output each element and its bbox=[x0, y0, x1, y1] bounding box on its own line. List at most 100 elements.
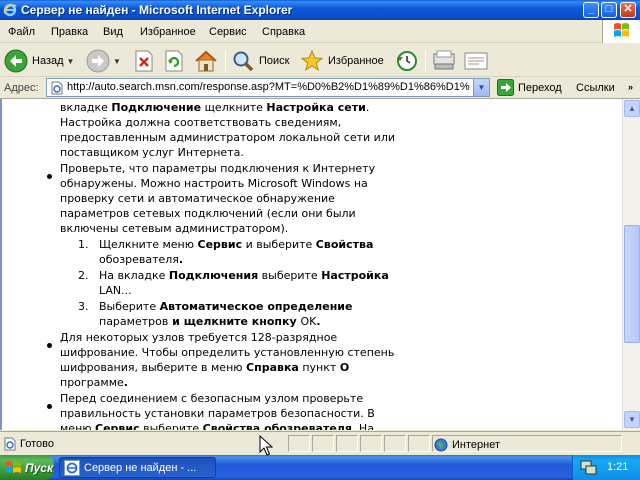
forward-dropdown-icon[interactable]: ▼ bbox=[113, 57, 121, 66]
refresh-button[interactable] bbox=[163, 48, 185, 74]
step-number: 3. bbox=[78, 300, 89, 313]
text-segment: параметров bbox=[99, 315, 169, 328]
favorites-label: Избранное bbox=[328, 55, 384, 67]
bullet bbox=[47, 404, 52, 409]
text-segment: проверку сети и автоматическое обнаружен… bbox=[60, 192, 335, 205]
go-label: Переход bbox=[518, 81, 562, 94]
bold-term: Свойства обозревателя bbox=[202, 422, 352, 430]
go-arrow-icon bbox=[497, 79, 514, 96]
links-expand-icon[interactable]: » bbox=[628, 82, 633, 92]
start-button[interactable]: Пуск bbox=[0, 455, 54, 480]
text-segment: обнаружены. Можно настроить Microsoft Wi… bbox=[60, 177, 368, 190]
text-segment: обозревателя bbox=[99, 253, 179, 266]
security-zone[interactable]: Интернет bbox=[434, 438, 500, 452]
menu-file[interactable]: Файл bbox=[8, 26, 35, 38]
bold-term: Свойства bbox=[315, 238, 374, 251]
windows-flag-icon bbox=[5, 460, 21, 473]
menu-tools[interactable]: Сервис bbox=[209, 26, 247, 38]
close-button[interactable]: ✕ bbox=[620, 2, 636, 18]
text-segment: Проверьте, что параметры подключения к И… bbox=[60, 162, 376, 175]
address-input[interactable]: http://auto.search.msn.com/response.asp?… bbox=[46, 78, 490, 97]
text-segment: вкладке bbox=[60, 101, 112, 114]
text-line: параметров сетевых подключений (если они… bbox=[60, 206, 356, 221]
text-line: обозревателя. bbox=[99, 252, 183, 267]
text-segment: пункт bbox=[298, 361, 340, 374]
text-line: Щелкните меню Сервис и выберите Свойства bbox=[99, 237, 373, 252]
text-segment: включены сетевым администратором). bbox=[60, 222, 289, 235]
step-number: 1. bbox=[78, 238, 89, 251]
search-label: Поиск bbox=[259, 55, 290, 67]
back-label: Назад bbox=[32, 55, 64, 67]
go-button[interactable]: Переход bbox=[497, 79, 562, 96]
status-page-icon bbox=[3, 437, 17, 454]
step-number: 2. bbox=[78, 269, 89, 282]
links-button[interactable]: Ссылки bbox=[576, 82, 615, 94]
address-dropdown-icon[interactable]: ▼ bbox=[473, 79, 489, 96]
status-panel bbox=[336, 435, 358, 452]
vertical-scrollbar[interactable]: ▲ ▼ bbox=[622, 99, 640, 430]
text-segment: меню bbox=[60, 422, 96, 430]
search-button[interactable]: Поиск bbox=[231, 48, 289, 74]
text-line: Для некоторых узлов требуется 128-разряд… bbox=[60, 330, 337, 345]
text-segment: предоставленным администратором локально… bbox=[60, 131, 396, 144]
scrollbar-thumb[interactable] bbox=[624, 225, 640, 343]
text-segment: . На bbox=[351, 422, 374, 430]
text-segment: На вкладке bbox=[99, 269, 169, 282]
menu-help[interactable]: Справка bbox=[262, 26, 305, 38]
home-button[interactable] bbox=[193, 48, 219, 74]
status-panel bbox=[408, 435, 430, 452]
forward-arrow-icon bbox=[86, 49, 110, 73]
history-button[interactable] bbox=[394, 48, 420, 74]
zone-label: Интернет bbox=[452, 439, 500, 451]
stop-button[interactable] bbox=[133, 48, 155, 74]
menu-favorites[interactable]: Избранное bbox=[140, 26, 196, 38]
history-icon bbox=[397, 51, 417, 71]
internet-globe-icon bbox=[434, 438, 448, 452]
favorites-button[interactable]: Избранное bbox=[300, 48, 384, 74]
text-line: шифрования, выберите в меню Справка пунк… bbox=[60, 360, 349, 375]
page-icon bbox=[50, 81, 64, 98]
minimize-button[interactable]: _ bbox=[583, 2, 599, 18]
menu-view[interactable]: Вид bbox=[103, 26, 123, 38]
forward-button[interactable]: ▼ bbox=[86, 48, 121, 74]
bold-term: Настройка bbox=[321, 269, 389, 282]
toolbar-separator bbox=[225, 50, 226, 72]
status-panel bbox=[312, 435, 334, 452]
ie-taskbar-icon bbox=[64, 459, 80, 476]
refresh-icon bbox=[165, 50, 183, 72]
start-label: Пуск bbox=[25, 460, 54, 475]
taskbar-ie-button[interactable]: Сервер не найден - ... bbox=[59, 457, 216, 478]
text-line: Настройка должна соответствовать сведени… bbox=[60, 115, 341, 130]
text-segment: параметров сетевых подключений (если они… bbox=[60, 207, 356, 220]
menu-edit[interactable]: Правка bbox=[51, 26, 88, 38]
text-segment: Щелкните меню bbox=[99, 238, 198, 251]
ie-window: Сервер не найден - Microsoft Internet Ex… bbox=[0, 0, 640, 455]
title-bar[interactable]: Сервер не найден - Microsoft Internet Ex… bbox=[0, 0, 640, 20]
address-url[interactable]: http://auto.search.msn.com/response.asp?… bbox=[67, 81, 471, 93]
text-line: поставщиком услуг Интернета. bbox=[60, 145, 244, 160]
mouse-cursor-icon bbox=[259, 435, 273, 456]
window-title: Сервер не найден - Microsoft Internet Ex… bbox=[21, 3, 293, 17]
toolbar: Назад ▼ ▼ Поиск Избранное bbox=[0, 44, 640, 77]
scroll-up-icon[interactable]: ▲ bbox=[624, 100, 640, 117]
back-button[interactable]: Назад ▼ bbox=[4, 48, 74, 74]
text-segment: и выберите bbox=[242, 238, 316, 251]
network-tray-icon[interactable] bbox=[580, 459, 598, 479]
text-segment: Для некоторых узлов требуется 128-разряд… bbox=[60, 331, 338, 344]
edit-button[interactable] bbox=[463, 48, 489, 74]
text-segment: Перед соединением с безопасным узлом про… bbox=[60, 392, 364, 405]
text-line: правильность установки параметров безопа… bbox=[60, 406, 375, 421]
menu-bar: Файл Правка Вид Избранное Сервис Справка bbox=[0, 20, 640, 43]
status-panel bbox=[360, 435, 382, 452]
mail-button[interactable] bbox=[432, 48, 456, 74]
maximize-button[interactable]: □ bbox=[601, 2, 617, 18]
home-icon bbox=[195, 50, 217, 72]
status-bar: Готово Интернет bbox=[0, 431, 640, 455]
back-dropdown-icon[interactable]: ▼ bbox=[67, 57, 75, 66]
scroll-down-icon[interactable]: ▼ bbox=[624, 411, 640, 428]
text-line: шифрование. Чтобы определить установленн… bbox=[60, 345, 394, 360]
system-tray: 1:21 bbox=[572, 455, 640, 480]
text-line: Перед соединением с безопасным узлом про… bbox=[60, 391, 363, 406]
text-segment: . bbox=[365, 101, 370, 114]
toolbar-separator bbox=[425, 50, 426, 72]
